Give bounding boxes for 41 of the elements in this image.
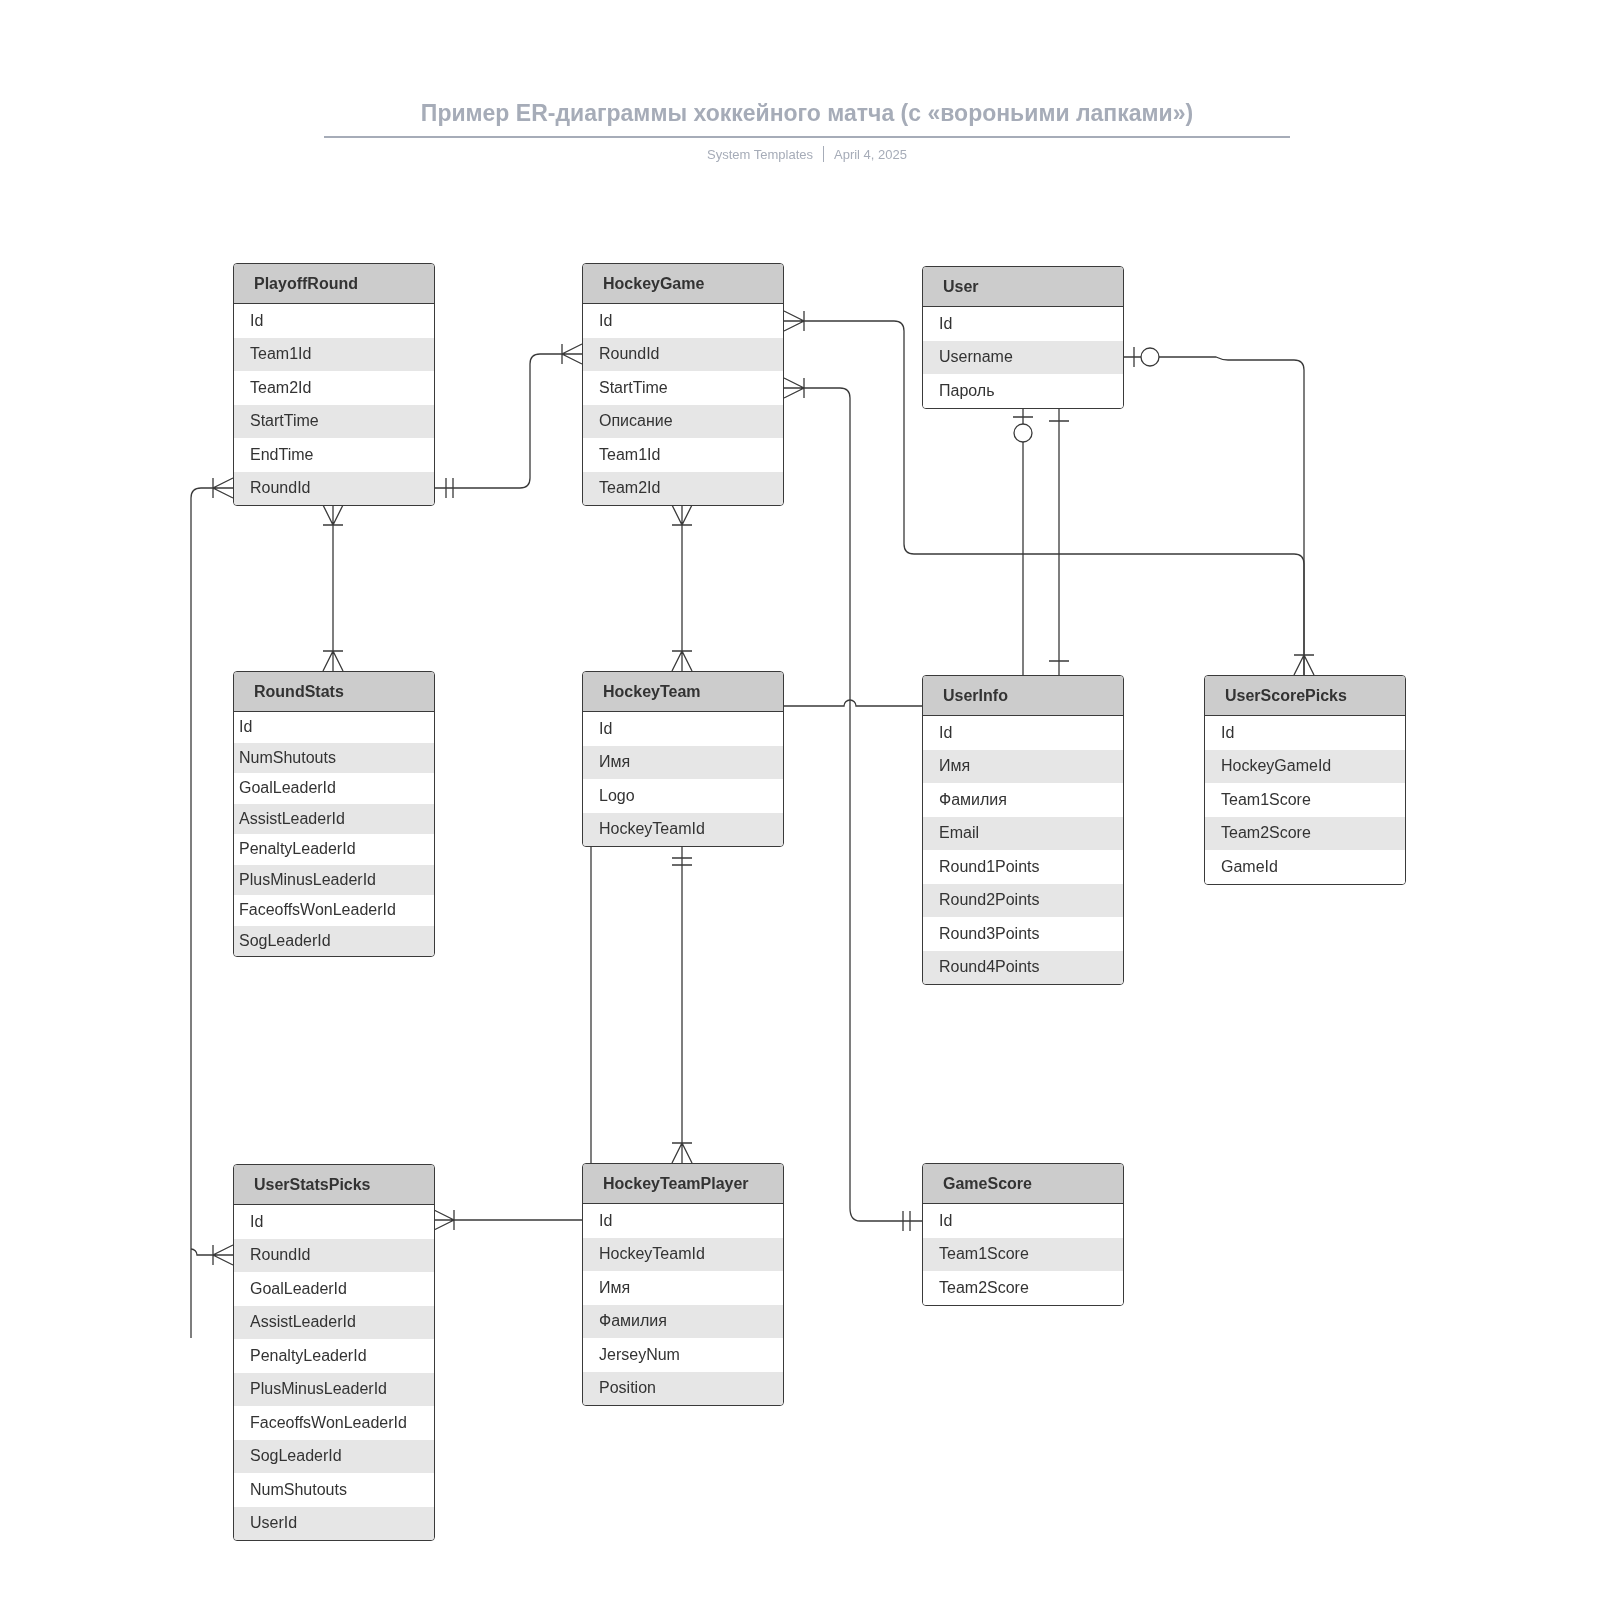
field-row: SogLeaderId — [234, 1439, 434, 1473]
field-row: HockeyTeamId — [583, 1237, 783, 1271]
field-row: Team1Id — [234, 337, 434, 371]
date-label: April 4, 2025 — [834, 145, 907, 164]
field-row: UserId — [234, 1506, 434, 1540]
table-header: User — [923, 267, 1123, 307]
field-row: AssistLeaderId — [234, 803, 434, 834]
field-row: Team2Score — [1205, 816, 1405, 850]
table-header: UserScorePicks — [1205, 676, 1405, 716]
field-row: SogLeaderId — [234, 925, 434, 956]
field-row: Имя — [583, 745, 783, 779]
table-header: PlayoffRound — [234, 264, 434, 304]
field-row: Email — [923, 816, 1123, 850]
field-row: Имя — [923, 749, 1123, 783]
field-row: Team2Id — [583, 471, 783, 505]
table-header: UserInfo — [923, 676, 1123, 716]
field-row: Round4Points — [923, 950, 1123, 984]
field-row: Username — [923, 340, 1123, 374]
field-row: PlusMinusLeaderId — [234, 864, 434, 895]
field-row: PlusMinusLeaderId — [234, 1372, 434, 1406]
table-header: RoundStats — [234, 672, 434, 712]
field-row: Фамилия — [583, 1304, 783, 1338]
field-row: StartTime — [234, 404, 434, 438]
table-header: HockeyGame — [583, 264, 783, 304]
author-label: System Templates — [707, 145, 813, 164]
table-header: HockeyTeam — [583, 672, 783, 712]
field-row: RoundId — [234, 471, 434, 505]
table-header: GameScore — [923, 1164, 1123, 1204]
field-row: Описание — [583, 404, 783, 438]
field-row: Round2Points — [923, 883, 1123, 917]
field-row: NumShutouts — [234, 742, 434, 773]
field-row: Team1Score — [923, 1237, 1123, 1271]
field-row: HockeyGameId — [1205, 749, 1405, 783]
field-row: HockeyTeamId — [583, 812, 783, 846]
table-header: UserStatsPicks — [234, 1165, 434, 1205]
field-row: Position — [583, 1371, 783, 1405]
table-header: HockeyTeamPlayer — [583, 1164, 783, 1204]
field-row: RoundId — [583, 337, 783, 371]
field-row: AssistLeaderId — [234, 1305, 434, 1339]
field-row: RoundId — [234, 1238, 434, 1272]
diagram-title: Пример ER-диаграммы хоккейного матча (с «вороньими лапками») — [420, 99, 1194, 128]
